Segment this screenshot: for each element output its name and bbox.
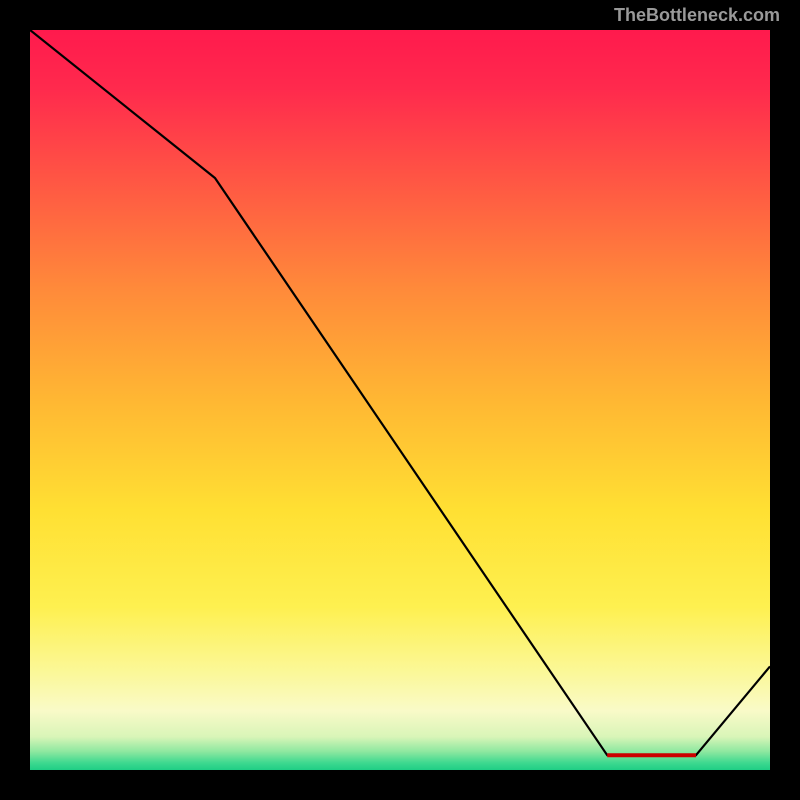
watermark-text: TheBottleneck.com xyxy=(614,5,780,26)
bottleneck-curve xyxy=(30,30,770,770)
plot-area xyxy=(30,30,770,770)
chart-container: TheBottleneck.com xyxy=(0,0,800,800)
